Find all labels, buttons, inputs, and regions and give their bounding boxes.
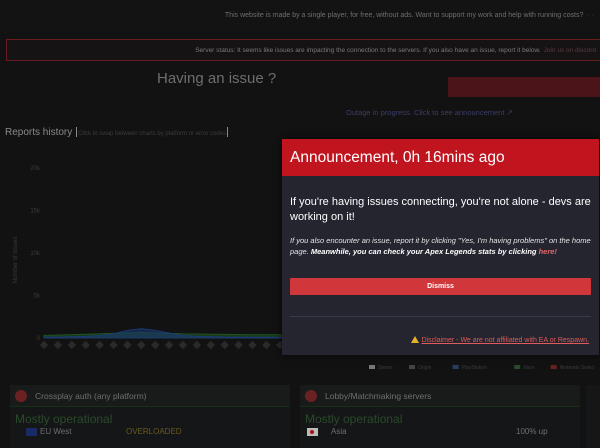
x-tick-mark [39, 340, 49, 350]
server-row-eu-west: EU West OVERLOADED [10, 427, 290, 436]
legend-label[interactable]: Nintendo Switch [560, 365, 594, 371]
crossplay-auth-panel: Crossplay auth (any platform) Mostly ope… [10, 385, 290, 448]
announcement-header: Announcement, 0h 16mins ago [282, 139, 599, 176]
dismiss-button[interactable]: Dismiss [290, 278, 591, 295]
lobby-matchmaking-status: Mostly operational [305, 412, 403, 426]
issue-heading: Having an issue ? [157, 70, 277, 87]
x-tick-mark [192, 340, 202, 350]
lobby-matchmaking-title: Lobby/Matchmaking servers [325, 390, 432, 401]
server-uptime: 100% up [516, 427, 548, 436]
disclaimer-link[interactable]: Disclaimer - We are not affiliated with … [410, 336, 589, 344]
server-row-asia: Asia 100% up [300, 427, 580, 436]
announcement-note: If you also encounter an issue, report i… [290, 235, 591, 257]
server-status-text: Server status: It seems like issues are … [195, 46, 541, 54]
lobby-matchmaking-icon [305, 389, 317, 402]
server-state: OVERLOADED [126, 427, 182, 436]
text-cursor [227, 127, 229, 138]
x-tick-mark [137, 340, 146, 350]
y-tick-label: 5k [34, 294, 41, 300]
disclaimer-text: Disclaimer - We are not affiliated with … [421, 337, 589, 344]
lobby-matchmaking-panel: Lobby/Matchmaking servers Mostly operati… [300, 385, 580, 448]
legend-label[interactable]: Steam [378, 365, 392, 371]
crossplay-auth-icon [15, 389, 27, 402]
crossplay-auth-status: Mostly operational [15, 412, 113, 426]
legend-swatch[interactable] [514, 365, 521, 369]
x-tick-mark [150, 340, 160, 350]
japan-flag-icon [307, 427, 318, 436]
chart-legend: Steam Origin PlayStation Xbox Nintendo Switc… [369, 365, 594, 371]
modal-divider [290, 316, 591, 317]
y-tick-label: 10k [30, 251, 41, 257]
support-banner: This website is made by a single player,… [0, 0, 600, 30]
x-tick-mark [220, 340, 229, 350]
announcement-modal: Announcement, 0h 16mins ago If you're ha… [282, 139, 599, 355]
reports-history-header: Reports history Click to swap between ch… [5, 127, 229, 138]
support-links[interactable]: · · [587, 12, 594, 19]
discord-link[interactable]: Join us on discord [544, 47, 596, 54]
stats-link[interactable]: here! [539, 247, 557, 256]
server-name: EU West [40, 427, 72, 436]
crossplay-auth-header: Crossplay auth (any platform) [10, 385, 290, 407]
legend-swatch[interactable] [550, 365, 557, 369]
external-link-icon: ↗ [506, 108, 513, 117]
y-tick-label: 0 [37, 336, 41, 342]
crossplay-auth-title: Crossplay auth (any platform) [35, 390, 147, 401]
server-name: Asia [331, 427, 347, 436]
eu-flag-icon [26, 427, 37, 436]
x-tick-mark [234, 340, 243, 350]
reports-title: Reports history [5, 127, 73, 138]
x-tick-mark [95, 340, 104, 350]
lobby-matchmaking-header: Lobby/Matchmaking servers [300, 385, 580, 407]
panel-edge [586, 385, 600, 448]
x-tick-mark [206, 340, 216, 350]
legend-swatch[interactable] [369, 365, 375, 369]
chart-ylabel: Number of issues [13, 237, 19, 284]
x-tick-mark [81, 340, 90, 350]
reports-toggle-hint[interactable]: Click to swap between charts by platform… [78, 131, 226, 137]
outage-text: Outage in progress. Click to see announc… [346, 108, 505, 117]
legend-label[interactable]: PlayStation [462, 365, 488, 371]
legend-swatch[interactable] [409, 365, 415, 369]
y-tick-label: 15k [30, 209, 41, 215]
x-tick-mark [164, 340, 174, 350]
x-tick-mark [248, 340, 257, 350]
x-tick-mark [262, 340, 271, 350]
legend-label[interactable]: Xbox [523, 365, 535, 371]
announcement-note-bold: Meanwhile, you can check your Apex Legen… [310, 247, 539, 256]
y-tick-label: 20k [30, 166, 41, 172]
x-tick-mark [123, 340, 132, 350]
announcement-message: If you're having issues connecting, you'… [290, 196, 591, 223]
warning-icon [410, 336, 419, 343]
report-problem-button[interactable] [448, 77, 600, 97]
x-tick-mark [109, 340, 118, 350]
legend-swatch[interactable] [452, 365, 459, 369]
chart-yticks: 20k 15k 10k 5k 0 [30, 166, 41, 342]
legend-label[interactable]: Origin [418, 365, 432, 371]
support-banner-text: This website is made by a single player,… [224, 11, 584, 19]
server-status-bar: Server status: It seems like issues are … [6, 39, 600, 61]
x-tick-mark [178, 340, 188, 350]
x-tick-mark [67, 340, 77, 350]
x-tick-mark [53, 340, 63, 350]
announcement-title: Announcement, 0h 16mins ago [290, 148, 505, 166]
outage-link[interactable]: Outage in progress. Click to see announc… [346, 108, 513, 117]
text-cursor [76, 127, 78, 138]
